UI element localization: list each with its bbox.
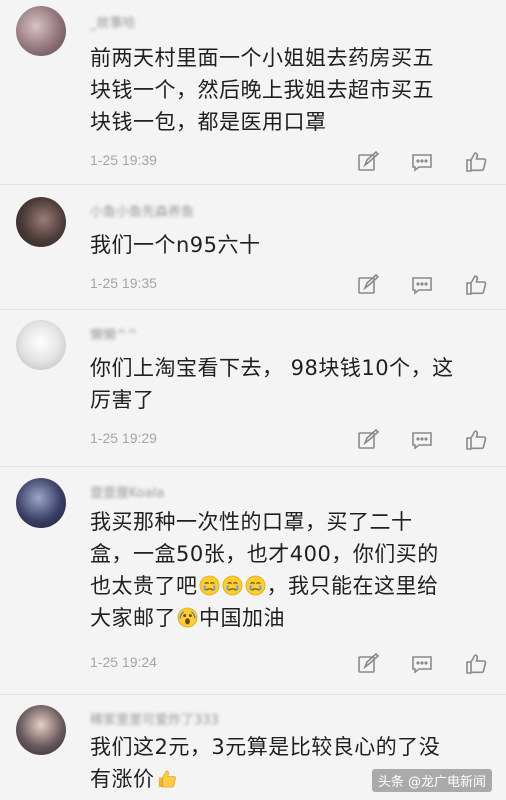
edit-icon[interactable] [356,428,380,452]
screaming-emoji-icon [177,605,198,628]
comment-meta: 1-25 19:39 [90,150,490,174]
avatar[interactable] [16,6,66,56]
avatar[interactable] [16,197,66,247]
comment-feed: _故事哈 前两天村里面一个小姐姐去药房买五 块钱一个，然后晚上我姐去超市买五 块… [0,0,506,800]
comment-icon[interactable] [410,150,434,174]
comment-meta: 1-25 19:35 [90,273,490,297]
comment-text: 我们一个n95六十 [90,233,261,257]
comment-meta: 1-25 19:29 [90,428,490,452]
comment-icon[interactable] [410,273,434,297]
thumbs-up-emoji-icon [156,766,177,788]
username[interactable]: 壹壹厘Koala [90,482,164,501]
crying-emoji-icon [222,573,243,596]
thumbs-up-icon[interactable] [464,150,488,174]
divider [0,466,506,467]
username[interactable]: _故事哈 [90,12,136,31]
comment-text: 我买那种一次性的口罩，买了二十 盒，一盒50张，也才400，你们买的 也太贵了吧… [90,510,439,630]
comment-text: 前两天村里面一个小姐姐去药房买五 块钱一个，然后晚上我姐去超市买五 块钱一包，都… [90,46,434,134]
comment-icon[interactable] [410,428,434,452]
timestamp: 1-25 19:39 [90,152,157,168]
username[interactable]: 懒懒^^ [90,324,138,343]
username[interactable]: 小鱼小鱼先森养鱼 [90,201,194,220]
timestamp: 1-25 19:35 [90,275,157,291]
thumbs-up-icon[interactable] [464,273,488,297]
comment-item: 懒懒^^ 你们上淘宝看下去， 98块钱10个，这 厉害了 1-25 19:29 [0,310,506,467]
watermark: 头条 @龙广电新闻 [371,769,492,792]
comment-text: 你们上淘宝看下去， 98块钱10个，这 厉害了 [90,356,454,412]
thumbs-up-icon[interactable] [464,652,488,676]
timestamp: 1-25 19:29 [90,430,157,446]
crying-emoji-icon [245,573,266,596]
avatar[interactable] [16,320,66,370]
comment-meta: 1-25 19:24 [90,652,490,676]
comment-item: 小鱼小鱼先森养鱼 我们一个n95六十 1-25 19:35 [0,185,506,310]
avatar[interactable] [16,478,66,528]
edit-icon[interactable] [356,150,380,174]
username[interactable]: 稀家里里可爱炸了333 [90,709,219,728]
timestamp: 1-25 19:24 [90,654,157,670]
comment-item: _故事哈 前两天村里面一个小姐姐去药房买五 块钱一个，然后晚上我姐去超市买五 块… [0,0,506,185]
comment-item: 壹壹厘Koala 我买那种一次性的口罩，买了二十 盒，一盒50张，也才400，你… [0,468,506,695]
edit-icon[interactable] [356,273,380,297]
avatar[interactable] [16,705,66,755]
edit-icon[interactable] [356,652,380,676]
thumbs-up-icon[interactable] [464,428,488,452]
crying-emoji-icon [199,573,220,596]
comment-icon[interactable] [410,652,434,676]
